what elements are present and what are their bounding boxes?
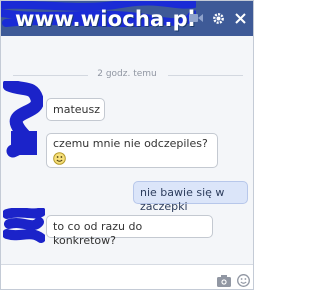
message-composer[interactable] (1, 264, 253, 289)
message-text: czemu mnie nie odczepiles? (53, 137, 208, 150)
message-text: mateusz (53, 103, 101, 116)
message-text: to co od razu do konkretow? (53, 220, 143, 247)
message-list[interactable]: 2 godz. temu mateusz czemu mnie nie odcz… (1, 36, 253, 264)
gear-icon[interactable] (211, 11, 225, 25)
message-text: nie bawie się w zaczepki (140, 186, 225, 213)
message-bubble-incoming: to co od razu do konkretow? (46, 215, 213, 247)
message-timestamp: 2 godz. temu (97, 69, 157, 79)
message-bubble-incoming: czemu mnie nie odczepiles? (46, 133, 218, 168)
video-camera-icon[interactable] (189, 11, 203, 25)
avatar-scribble (3, 208, 45, 243)
message-bubble-outgoing: nie bawie się w zaczepki (133, 181, 248, 213)
avatar (11, 131, 37, 155)
close-icon[interactable] (233, 11, 247, 25)
camera-icon[interactable] (217, 272, 231, 287)
message-bubble-incoming: mateusz (46, 98, 105, 121)
watermark-text: www.wiocha.pl (15, 7, 196, 31)
smiley-icon[interactable] (237, 272, 251, 287)
smiley-emoticon-icon (53, 151, 66, 165)
chat-header: www.wiocha.pl (1, 1, 253, 36)
chat-window: www.wiocha.pl 2 godz. temu mateusz czemu… (0, 0, 254, 290)
